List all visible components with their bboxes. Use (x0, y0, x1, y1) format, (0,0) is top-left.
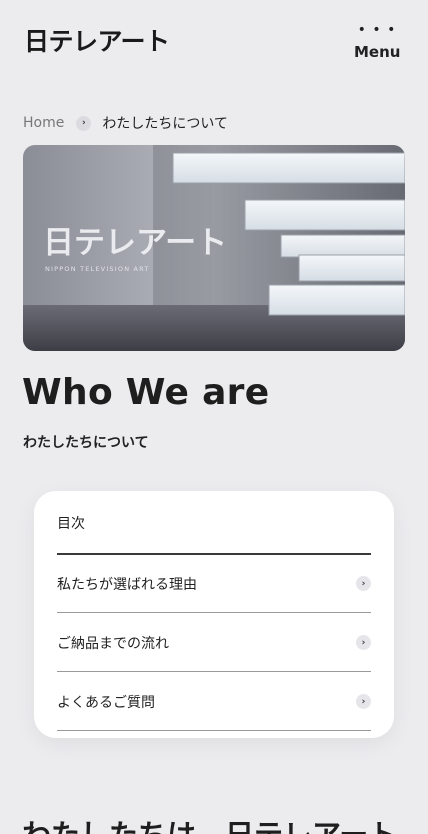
table-of-contents: 目次 私たちが選ばれる理由 › ご納品までの流れ › よくあるご質問 › (34, 491, 394, 738)
chevron-right-icon: › (356, 635, 371, 650)
site-header: 日テレアート • • • Menu (0, 0, 428, 90)
toc-item-label: よくあるご質問 (57, 694, 155, 711)
chevron-right-icon: › (356, 576, 371, 591)
breadcrumb-home-link[interactable]: Home (23, 115, 64, 131)
ellipsis-icon: • • • (357, 22, 397, 38)
sign-caption: NIPPON TELEVISION ART (45, 265, 150, 273)
toc-heading: 目次 (57, 516, 85, 532)
toc-item-label: 私たちが選ばれる理由 (57, 576, 197, 593)
toc-item-label: ご納品までの流れ (57, 635, 169, 652)
site-logo[interactable]: 日テレアート (24, 28, 170, 56)
chevron-right-icon: › (76, 115, 92, 131)
breadcrumb: Home › わたしたちについて (23, 113, 228, 133)
toc-item-reasons[interactable]: 私たちが選ばれる理由 › (57, 555, 371, 613)
hero-photo: 日テレアート NIPPON TELEVISION ART (23, 145, 405, 351)
page-title: Who We are (22, 372, 270, 413)
breadcrumb-current: わたしたちについて (102, 116, 228, 132)
chevron-right-icon: › (356, 694, 371, 709)
toc-item-faq[interactable]: よくあるご質問 › (57, 673, 371, 731)
menu-button[interactable]: • • • Menu (354, 22, 401, 61)
section-heading: わたしたちは、日テレアート (22, 812, 397, 834)
menu-label: Menu (354, 43, 401, 61)
toc-item-delivery-flow[interactable]: ご納品までの流れ › (57, 614, 371, 672)
hero-image: 日テレアート NIPPON TELEVISION ART (23, 145, 405, 351)
sign-logo: 日テレアート (43, 225, 227, 261)
page-subtitle: わたしたちについて (23, 435, 149, 451)
